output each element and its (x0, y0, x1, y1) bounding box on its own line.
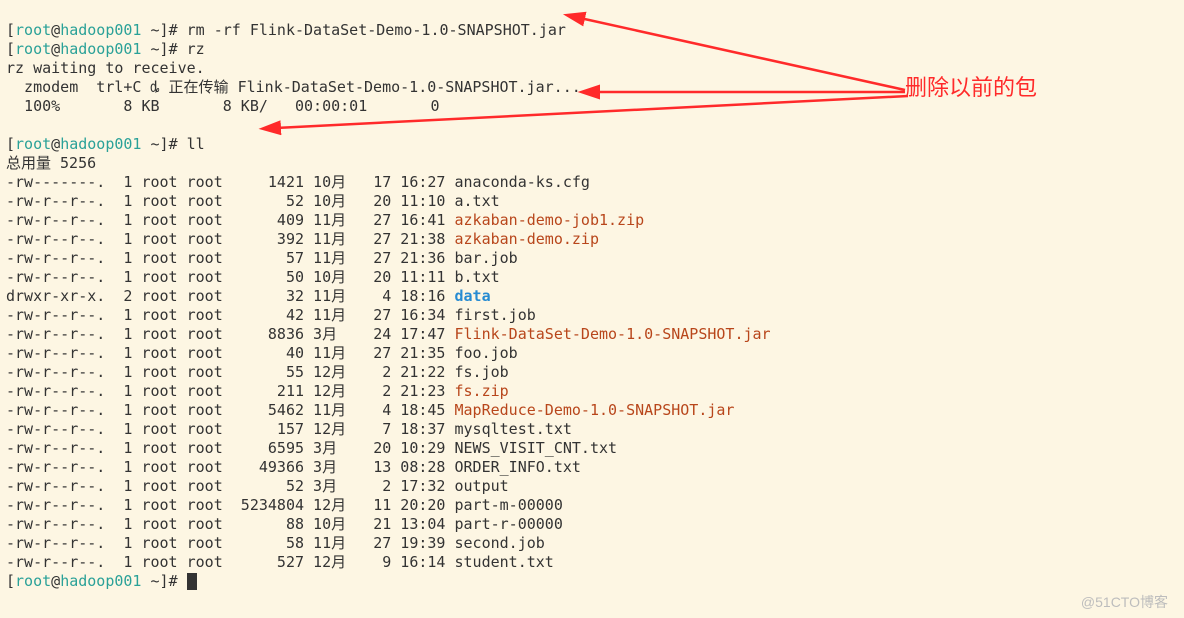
rz-wait-line: rz waiting to receive. (6, 59, 205, 77)
list-row: -rw-r--r--. 1 root root 527 12月 9 16:14 … (6, 553, 554, 571)
file-name: foo.job (454, 344, 517, 362)
file-name: bar.job (454, 249, 517, 267)
watermark: @51CTO博客 (1081, 593, 1168, 612)
list-row: -rw-r--r--. 1 root root 58 11月 27 19:39 … (6, 534, 545, 552)
list-row: -rw-r--r--. 1 root root 50 10月 20 11:11 … (6, 268, 500, 286)
list-row: -rw-r--r--. 1 root root 211 12月 2 21:23 … (6, 382, 509, 400)
list-row: -rw-r--r--. 1 root root 5234804 12月 11 2… (6, 496, 563, 514)
list-row: -rw-r--r--. 1 root root 42 11月 27 16:34 … (6, 306, 536, 324)
file-name: azkaban-demo-job1.zip (454, 211, 644, 229)
prompt-2: [root@hadoop001 ~]# (6, 40, 178, 58)
list-row: -rw-r--r--. 1 root root 8836 3月 24 17:47… (6, 325, 771, 343)
file-name: part-m-00000 (454, 496, 562, 514)
list-row: -rw-r--r--. 1 root root 40 11月 27 21:35 … (6, 344, 518, 362)
file-listing: -rw-------. 1 root root 1421 10月 17 16:2… (6, 173, 1178, 572)
progress-line: 100% 8 KB 8 KB/ 00:00:01 0 (6, 97, 439, 115)
file-name: data (454, 287, 490, 305)
list-row: -rw-r--r--. 1 root root 52 10月 20 11:10 … (6, 192, 500, 210)
list-row: -rw-r--r--. 1 root root 157 12月 7 18:37 … (6, 420, 572, 438)
ll-total-line: 总用量 5256 (6, 154, 96, 172)
prompt-3: [root@hadoop001 ~]# (6, 135, 178, 153)
list-row: -rw-r--r--. 1 root root 409 11月 27 16:41… (6, 211, 644, 229)
file-name: b.txt (454, 268, 499, 286)
file-name: part-r-00000 (454, 515, 562, 533)
list-row: -rw-r--r--. 1 root root 88 10月 21 13:04 … (6, 515, 563, 533)
list-row: -rw-r--r--. 1 root root 49366 3月 13 08:2… (6, 458, 581, 476)
file-name: second.job (454, 534, 544, 552)
list-row: -rw-r--r--. 1 root root 5462 11月 4 18:45… (6, 401, 734, 419)
zmodem-line: zmodem trl+C ȡ 正在传输 Flink-DataSet-Demo-1… (6, 78, 581, 96)
prompt-1: [root@hadoop001 ~]# (6, 21, 178, 39)
prompt-4: [root@hadoop001 ~]# (6, 572, 178, 590)
file-name: a.txt (454, 192, 499, 210)
command-rz: rz (187, 40, 205, 58)
list-row: -rw-------. 1 root root 1421 10月 17 16:2… (6, 173, 590, 191)
file-name: fs.job (454, 363, 508, 381)
file-name: student.txt (454, 553, 553, 571)
command-rm: rm -rf Flink-DataSet-Demo-1.0-SNAPSHOT.j… (187, 21, 566, 39)
annotation-label: 删除以前的包 (905, 78, 1037, 97)
list-row: -rw-r--r--. 1 root root 392 11月 27 21:38… (6, 230, 599, 248)
command-ll: ll (187, 135, 205, 153)
file-name: first.job (454, 306, 535, 324)
file-name: anaconda-ks.cfg (454, 173, 589, 191)
file-name: output (454, 477, 508, 495)
list-row: -rw-r--r--. 1 root root 6595 3月 20 10:29… (6, 439, 617, 457)
cursor (187, 573, 197, 590)
list-row: drwxr-xr-x. 2 root root 32 11月 4 18:16 d… (6, 287, 491, 305)
file-name: MapReduce-Demo-1.0-SNAPSHOT.jar (454, 401, 734, 419)
file-name: fs.zip (454, 382, 508, 400)
file-name: mysqltest.txt (454, 420, 571, 438)
file-name: ORDER_INFO.txt (454, 458, 580, 476)
list-row: -rw-r--r--. 1 root root 55 12月 2 21:22 f… (6, 363, 509, 381)
file-name: Flink-DataSet-Demo-1.0-SNAPSHOT.jar (454, 325, 770, 343)
list-row: -rw-r--r--. 1 root root 52 3月 2 17:32 ou… (6, 477, 509, 495)
file-name: azkaban-demo.zip (454, 230, 599, 248)
file-name: NEWS_VISIT_CNT.txt (454, 439, 617, 457)
list-row: -rw-r--r--. 1 root root 57 11月 27 21:36 … (6, 249, 518, 267)
